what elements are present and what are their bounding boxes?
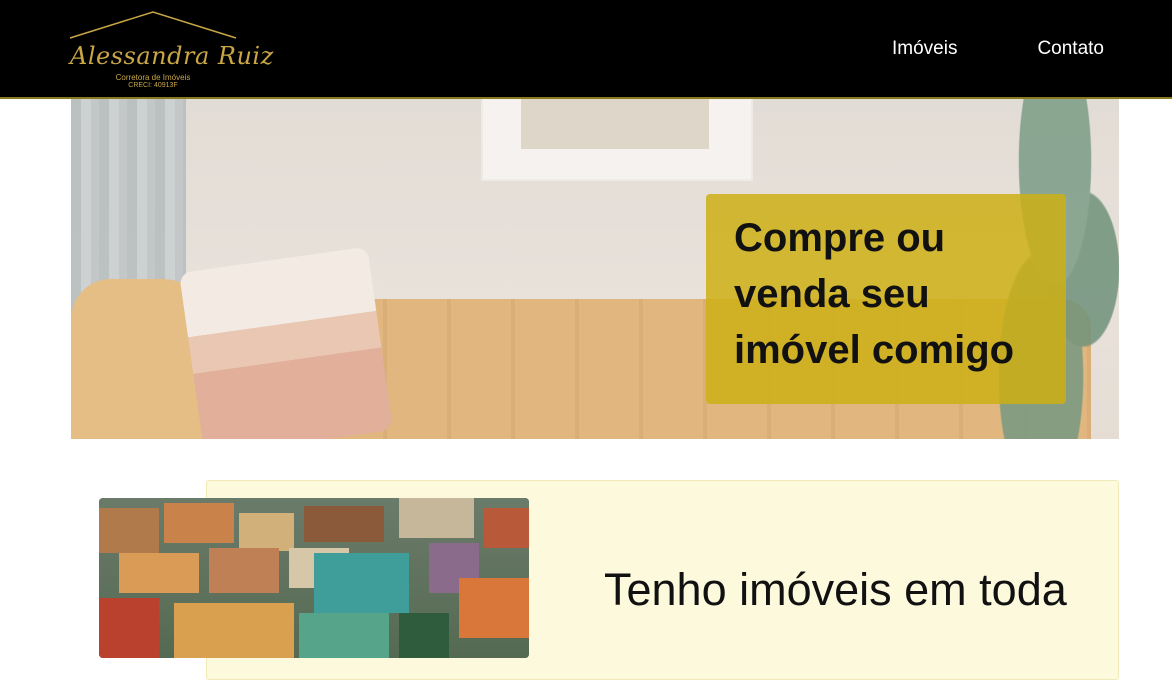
brand-logo[interactable]: Alessandra Ruiz Corretora de Imóveis CRE…	[68, 8, 274, 92]
hero-headline-line3: imóvel comigo	[734, 328, 1015, 372]
logo-subtitle: Corretora de Imóveis	[115, 73, 191, 82]
hero-headline-line1: Compre ou	[734, 216, 946, 260]
city-houses-image	[99, 498, 529, 658]
logo-name: Alessandra Ruiz	[70, 42, 274, 70]
main-nav: Imóveis Contato	[892, 38, 1104, 60]
hero-headline-box: Compre ou venda seu imóvel comigo	[706, 194, 1066, 404]
hero-headline-line2: venda seu	[734, 272, 930, 316]
hero-banner: Compre ou venda seu imóvel comigo	[71, 99, 1119, 439]
logo-creci: CRECI: 40913F	[128, 82, 178, 89]
intro-text: Tenho imóveis em toda	[604, 564, 1067, 615]
nav-link-imoveis[interactable]: Imóveis	[892, 38, 957, 60]
site-header: Alessandra Ruiz Corretora de Imóveis CRE…	[0, 0, 1172, 99]
nav-link-contato[interactable]: Contato	[1037, 38, 1104, 60]
